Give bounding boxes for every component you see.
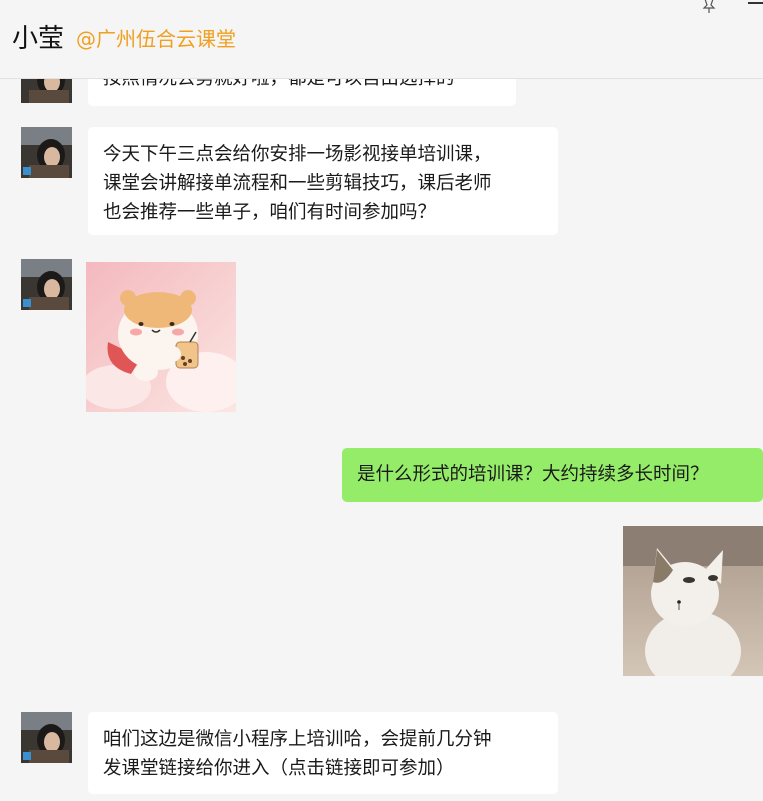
message-bubble-incoming[interactable]: 今天下午三点会给你安排一场影视接单培训课， 课堂会讲解接单流程和一些剪辑技巧，课… [88, 127, 558, 235]
pop-cat-sticker[interactable] [623, 526, 763, 676]
message-text: 咱们这边是微信小程序上培训哈，会提前几分钟 [103, 729, 492, 750]
message-text: 是什么形式的培训课？大约持续多长时间？ [357, 464, 709, 485]
contact-avatar[interactable] [21, 127, 72, 178]
minimize-icon[interactable] [748, 2, 763, 4]
message-bubble-incoming[interactable]: 咱们这边是微信小程序上培训哈，会提前几分钟 发课堂链接给你进入（点击链接即可参加… [88, 712, 558, 794]
message-text: 也会推荐一些单子，咱们有时间参加吗？ [103, 202, 437, 223]
message-text: 发课堂链接给你进入（点击链接即可参加） [103, 758, 455, 779]
contact-name[interactable]: 小莹 [12, 18, 64, 55]
message-list[interactable]: 按照情况去剪就好啦，都是可以自由选择的 今天下午三点会给你安排一场影视接单培训课… [0, 0, 763, 801]
message-text: 课堂会讲解接单流程和一些剪辑技巧，课后老师 [103, 173, 492, 194]
hamster-bubble-tea-sticker[interactable] [86, 262, 236, 412]
contact-org-label: @广州伍合云课堂 [76, 27, 236, 51]
contact-avatar[interactable] [21, 259, 72, 310]
chat-header: 小莹 @广州伍合云课堂 [0, 0, 763, 79]
pin-icon[interactable] [700, 0, 718, 14]
contact-avatar[interactable] [21, 712, 72, 763]
message-text: 今天下午三点会给你安排一场影视接单培训课， [103, 144, 492, 165]
message-bubble-outgoing[interactable]: 是什么形式的培训课？大约持续多长时间？ [342, 448, 763, 502]
